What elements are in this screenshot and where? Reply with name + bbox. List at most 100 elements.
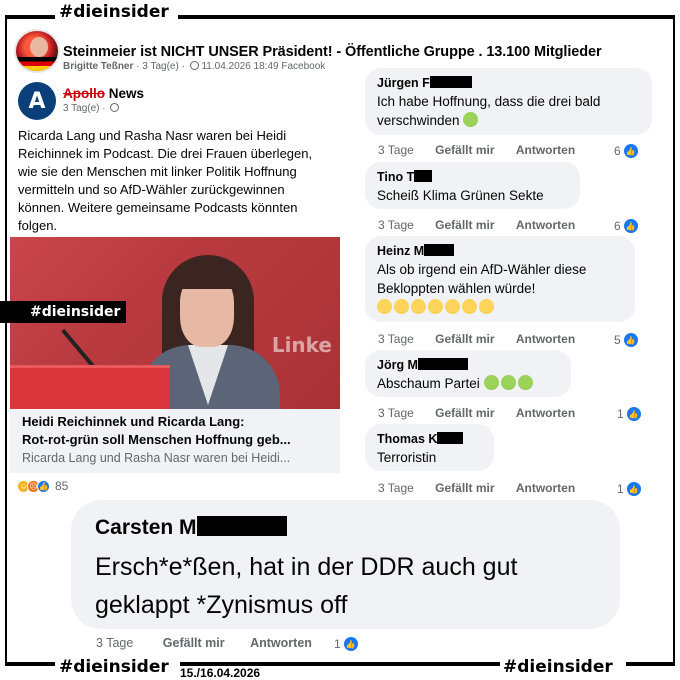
- like-action[interactable]: Gefällt mir: [435, 332, 494, 346]
- podium: [10, 365, 170, 409]
- redaction-bar: [424, 244, 455, 256]
- like-action[interactable]: Gefällt mir: [435, 143, 494, 157]
- group-title[interactable]: Steinmeier ist NICHT UNSER Präsident! - …: [63, 44, 602, 60]
- nauseated-emoji-icon: [500, 375, 516, 390]
- image-bangs: [176, 263, 240, 289]
- comment-author[interactable]: Jürgen F: [377, 74, 640, 92]
- comment-like-count[interactable]: 5 👍: [614, 333, 638, 347]
- watermark-overlay: #dieinsider: [0, 301, 126, 323]
- comment-text: Abschaum Partei: [377, 374, 559, 393]
- post-timestamp: 11.04.2026 18:49 Facebook: [201, 61, 326, 72]
- news-page-name[interactable]: Apollo News: [63, 86, 144, 101]
- reply-action[interactable]: Antworten: [516, 218, 575, 232]
- post-body-text: Ricarda Lang und Rasha Nasr waren bei He…: [18, 128, 313, 233]
- globe-icon: [189, 61, 199, 70]
- link-description: Ricarda Lang und Rasha Nasr waren bei He…: [22, 451, 291, 465]
- laughing-emoji-icon: [394, 299, 409, 314]
- comment-like-count[interactable]: 6 👍: [614, 144, 638, 158]
- reply-action[interactable]: Antworten: [516, 332, 575, 346]
- reply-action[interactable]: Antworten: [516, 143, 575, 157]
- image-wall-text: Linke: [271, 333, 332, 357]
- comment-like-count[interactable]: 6 👍: [614, 219, 638, 233]
- comment-bubble[interactable]: Heinz M Als ob irgend ein AfD-Wähler die…: [365, 236, 635, 322]
- highlighted-comment-actions: 3 Tage Gefällt mir Antworten: [96, 636, 330, 650]
- frame-top-line-left: [5, 15, 55, 19]
- sweat-smile-emoji-icon: [479, 299, 494, 314]
- globe-icon: [110, 103, 120, 112]
- reaction-summary[interactable]: ☺ ☹ 👍 85: [17, 479, 68, 493]
- comment-bubble[interactable]: Jörg M Abschaum Partei: [365, 350, 571, 397]
- watermark-bottom-left: #dieinsider: [56, 657, 172, 677]
- redaction-bar: [196, 516, 287, 536]
- group-avatar-icon[interactable]: [14, 29, 60, 73]
- comment-text: Als ob irgend ein AfD-Wähler diese Beklo…: [377, 262, 587, 296]
- comment-actions: 3 Tage Gefällt mir Antworten: [378, 481, 593, 495]
- comment-age: 3 Tage: [378, 218, 414, 232]
- reply-action[interactable]: Antworten: [516, 406, 575, 420]
- laughing-emoji-icon: [428, 299, 443, 314]
- comment-bubble[interactable]: Tino T Scheiß Klima Grünen Sekte: [365, 162, 580, 209]
- watermark-bottom-right: #dieinsider: [500, 657, 616, 677]
- laughing-emoji-icon: [411, 299, 426, 314]
- highlighted-comment-text: Ersch*e*ßen, hat in der DDR auch gut gek…: [95, 553, 518, 619]
- like-count: 6: [614, 219, 621, 233]
- comment-like-count[interactable]: 1 👍: [617, 482, 641, 496]
- nauseated-emoji-icon: [463, 112, 479, 127]
- redaction-bar: [429, 76, 472, 88]
- link-title-line-1: Heidi Reichinnek und Ricarda Lang:: [22, 414, 245, 429]
- like-count: 1: [617, 482, 624, 496]
- comment-author[interactable]: Tino T: [377, 168, 568, 186]
- rofl-emoji-icon: [445, 299, 460, 314]
- comment-bubble[interactable]: Jürgen F Ich habe Hoffnung, dass die dre…: [365, 68, 652, 135]
- laughing-emoji-icon: [377, 299, 392, 314]
- comment-like-count[interactable]: 1 👍: [617, 407, 641, 421]
- comment-age: 3 Tage: [378, 332, 414, 346]
- post-meta: Brigitte Teßner · 3 Tag(e) · 11.04.2026 …: [63, 61, 326, 72]
- reply-action[interactable]: Antworten: [250, 636, 312, 650]
- like-action[interactable]: Gefällt mir: [435, 218, 494, 232]
- highlighted-comment-bubble[interactable]: Carsten M Ersch*e*ßen, hat in der DDR au…: [71, 500, 620, 629]
- frame-right-line: [673, 15, 675, 665]
- redaction-bar: [437, 432, 464, 444]
- comment-bubble[interactable]: Thomas K Terroristin: [365, 424, 494, 471]
- watermark-date: 15./16.04.2026: [180, 666, 261, 680]
- like-icon: 👍: [623, 219, 638, 233]
- like-action[interactable]: Gefällt mir: [435, 481, 494, 495]
- like-action[interactable]: Gefällt mir: [435, 406, 494, 420]
- like-count: 1: [334, 637, 341, 651]
- news-page-avatar-icon[interactable]: A: [18, 82, 56, 120]
- comment-actions: 3 Tage Gefällt mir Antworten: [378, 332, 593, 346]
- highlighted-comment-like-count[interactable]: 1 👍: [334, 637, 358, 651]
- comment-text: Terroristin: [377, 450, 437, 465]
- link-preview[interactable]: Heidi Reichinnek und Ricarda Lang: Rot-r…: [10, 409, 340, 473]
- comment-age: 3 Tage: [378, 143, 414, 157]
- like-count: 5: [614, 333, 621, 347]
- like-action[interactable]: Gefällt mir: [163, 636, 225, 650]
- redaction-bar: [414, 170, 433, 182]
- frame-bottom-line-left: [5, 662, 55, 666]
- frame-top-line-right: [178, 15, 675, 19]
- struck-page-name: Apollo: [63, 86, 105, 101]
- page-name: News: [108, 86, 145, 101]
- avatar-face: [30, 37, 48, 57]
- comment-author[interactable]: Heinz M: [377, 242, 623, 260]
- post-age: 3 Tag(e): [142, 61, 179, 72]
- comment-actions: 3 Tage Gefällt mir Antworten: [378, 406, 593, 420]
- post-image[interactable]: Linke: [10, 237, 340, 409]
- like-icon: 👍: [343, 637, 358, 651]
- frame-bottom-line-right: [626, 662, 675, 666]
- comment-actions: 3 Tage Gefällt mir Antworten: [378, 143, 593, 157]
- comment-author[interactable]: Thomas K: [377, 430, 482, 448]
- highlighted-comment-author[interactable]: Carsten M: [95, 514, 596, 542]
- watermark-top: #dieinsider: [56, 2, 172, 22]
- reply-action[interactable]: Antworten: [516, 481, 575, 495]
- comment-age: 3 Tage: [378, 481, 414, 495]
- laughing-emoji-icon: [462, 299, 477, 314]
- like-icon: 👍: [37, 479, 50, 493]
- poster-name[interactable]: Brigitte Teßner: [63, 61, 133, 72]
- comment-text: Scheiß Klima Grünen Sekte: [377, 188, 544, 203]
- comment-age: 3 Tage: [378, 406, 414, 420]
- frame-left-line: [5, 15, 7, 665]
- comment-author[interactable]: Jörg M: [377, 356, 559, 374]
- german-flag-icon: [16, 57, 58, 71]
